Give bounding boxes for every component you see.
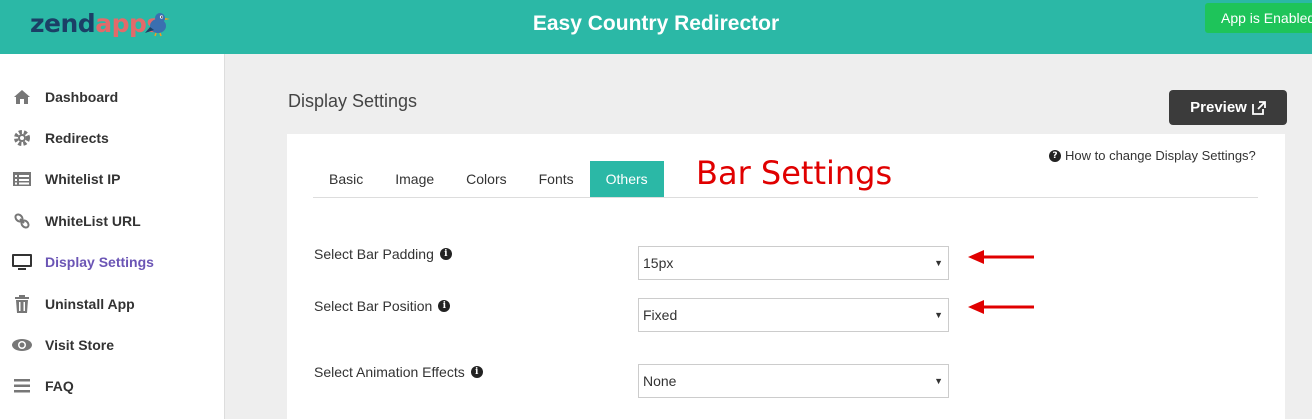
sidebar-item-label: WhiteList URL [45,213,141,229]
dropdown-caret-icon: ▼ [934,310,943,320]
app-enabled-button[interactable]: App is Enabled [1205,3,1312,33]
monitor-icon [12,252,32,272]
eye-icon [12,335,32,355]
bar-padding-value: 15px [643,255,674,271]
gear-icon [12,128,32,148]
bar-padding-select[interactable]: 15px ▼ [638,246,949,280]
animation-effects-label-text: Select Animation Effects [314,364,465,380]
tab-image[interactable]: Image [379,161,450,197]
bar-position-select[interactable]: Fixed ▼ [638,298,949,332]
bar-settings-annotation: Bar Settings [696,154,893,192]
sidebar-item-label: Redirects [45,130,109,146]
list-icon [12,169,32,189]
tab-divider [313,197,1258,198]
app-title: Easy Country Redirector [532,12,780,35]
sidebar-item-label: FAQ [45,378,74,394]
sidebar-item-uninstall-app[interactable]: Uninstall App [0,289,224,319]
tab-others[interactable]: Others [589,161,664,197]
sidebar-item-faq[interactable]: FAQ [0,371,224,401]
info-icon[interactable]: i [438,300,451,312]
sidebar-item-label: Whitelist IP [45,171,121,187]
page-title: Display Settings [288,91,418,111]
sidebar-item-label: Dashboard [45,89,119,105]
top-bar: zendapps Easy Country Redirector App is … [0,0,1312,54]
sidebar-item-display-settings[interactable]: Display Settings [0,247,224,277]
dropdown-caret-icon: ▼ [934,258,943,268]
animation-effects-label: Select Animation Effects i [314,364,483,380]
sidebar-item-label: Uninstall App [45,296,135,312]
sidebar-item-redirects[interactable]: Redirects [0,123,224,153]
sidebar-item-label: Visit Store [45,337,114,353]
animation-effects-value: None [643,373,677,389]
bar-position-value: Fixed [643,307,678,323]
sidebar-item-label: Display Settings [45,254,154,270]
info-icon[interactable]: i [439,248,452,260]
red-arrow-icon [968,250,1034,264]
bar-position-label-text: Select Bar Position [314,298,433,314]
tab-colors[interactable]: Colors [450,161,522,197]
dropdown-caret-icon: ▼ [934,376,943,386]
preview-button[interactable]: Preview [1169,90,1287,125]
question-icon: ? [1049,149,1061,162]
help-link[interactable]: ? How to change Display Settings? [1049,148,1256,163]
link-icon [12,211,32,231]
sidebar-item-whitelist-ip[interactable]: Whitelist IP [0,164,224,194]
tab-basic[interactable]: Basic [313,161,379,197]
bar-padding-label-text: Select Bar Padding [314,246,434,262]
sidebar: Dashboard Redirects Whitelist IP WhiteLi… [0,54,225,419]
home-icon [12,87,32,107]
bar-position-label: Select Bar Position i [314,298,451,314]
trash-icon [12,294,32,314]
bars-icon [12,376,32,396]
help-link-text: How to change Display Settings? [1065,148,1256,163]
sidebar-item-whitelist-url[interactable]: WhiteList URL [0,206,224,236]
preview-button-label: Preview [1190,99,1247,116]
info-icon[interactable]: i [470,366,483,378]
bar-padding-label: Select Bar Padding i [314,246,452,262]
external-link-icon [1251,100,1266,115]
animation-effects-select[interactable]: None ▼ [638,364,949,398]
sidebar-item-dashboard[interactable]: Dashboard [0,82,224,112]
settings-tabs: Basic Image Colors Fonts Others [313,161,664,198]
red-arrow-icon [968,300,1034,314]
sidebar-item-visit-store[interactable]: Visit Store [0,330,224,360]
tab-fonts[interactable]: Fonts [523,161,590,197]
